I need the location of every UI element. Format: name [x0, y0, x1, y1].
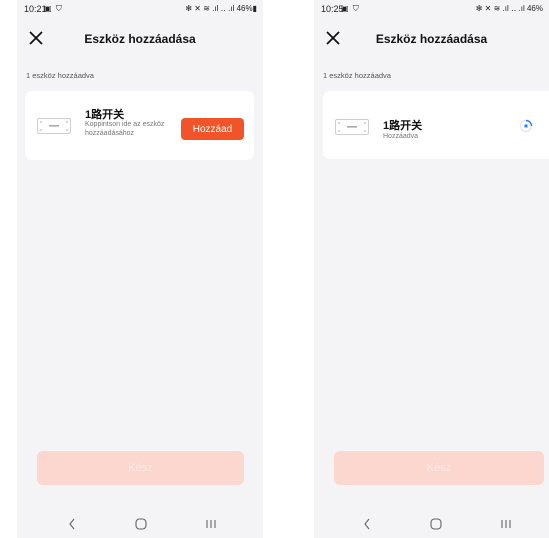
phone-screen-left: 10:21 ▣ ⛉ ✻ ✕ ≋ .ıl ‥ .ıl 46%▮ Eszköz ho…	[17, 0, 263, 538]
app-bar: Eszköz hozzáadása	[17, 26, 263, 56]
app-bar: Eszköz hozzáadása	[314, 26, 549, 56]
page-title: Eszköz hozzáadása	[375, 32, 488, 46]
switch-device-icon	[335, 119, 369, 135]
device-status: Hozzáadva	[383, 133, 419, 140]
add-button[interactable]: Hozzáad	[181, 118, 244, 140]
status-system-icons: ✻ ✕ ≋ .ıl ‥ .ıl 46%▮	[185, 4, 257, 13]
status-bar: 10:25 ▣ ⛉ ✻ ✕ ≋ .ıl ‥ .ıl 46%	[314, 0, 549, 20]
nav-back-icon[interactable]	[67, 517, 77, 531]
done-button[interactable]: Kész	[334, 451, 544, 485]
device-card: 1路开关 Hozzáadva	[323, 91, 549, 159]
status-system-icons: ✻ ✕ ≋ .ıl ‥ .ıl 46%	[475, 4, 543, 13]
nav-home-icon[interactable]	[135, 518, 147, 530]
page-title: Eszköz hozzáadása	[84, 32, 196, 46]
device-name: 1路开关	[383, 120, 423, 132]
phone-screen-right: 10:25 ▣ ⛉ ✻ ✕ ≋ .ıl ‥ .ıl 46% Eszköz hoz…	[314, 0, 549, 538]
status-notification-icons: ▣ ⛉	[44, 4, 63, 13]
nav-recent-apps-icon[interactable]	[205, 519, 217, 529]
added-count-label: 1 eszköz hozzáadva	[26, 71, 94, 80]
added-count-label: 1 eszköz hozzáadva	[323, 71, 391, 80]
device-card[interactable]: 1路开关 Koppintson ide az eszköz hozzáadásá…	[25, 91, 254, 160]
device-name: 1路开关	[85, 109, 125, 121]
nav-home-icon[interactable]	[430, 518, 442, 530]
nav-back-icon[interactable]	[362, 517, 372, 531]
nav-recent-apps-icon[interactable]	[500, 519, 512, 529]
device-hint: Koppintson ide az eszköz hozzáadásához	[85, 121, 165, 137]
status-bar: 10:21 ▣ ⛉ ✻ ✕ ≋ .ıl ‥ .ıl 46%▮	[17, 0, 263, 20]
navigation-bar	[314, 515, 549, 537]
status-notification-icons: ▣ ⛉	[341, 4, 360, 13]
navigation-bar	[17, 515, 263, 537]
done-button[interactable]: Kész	[37, 451, 244, 485]
switch-device-icon	[37, 118, 71, 134]
loading-spinner-icon	[519, 119, 533, 133]
